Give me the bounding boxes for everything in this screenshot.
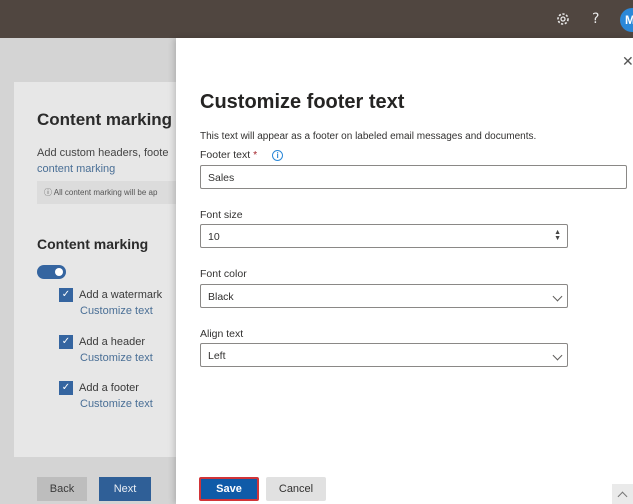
info-icon[interactable]: i xyxy=(272,150,284,161)
watermark-label: Add a watermark xyxy=(79,289,163,301)
background-description: Add custom headers, foote xyxy=(37,147,169,159)
watermark-checkbox[interactable]: ✓ xyxy=(59,288,73,302)
watermark-customize-link[interactable]: Customize text xyxy=(80,305,153,317)
save-button[interactable]: Save xyxy=(199,477,259,501)
required-mark: * xyxy=(253,149,258,161)
font-color-dropdown[interactable]: Black xyxy=(200,284,568,308)
chevron-down-icon xyxy=(552,350,563,361)
content-marking-toggle[interactable] xyxy=(37,265,66,279)
font-size-stepper[interactable]: 10 ▲ ▼ xyxy=(200,224,568,248)
align-text-label: Align text xyxy=(200,328,244,340)
spin-arrows-icon[interactable]: ▲ ▼ xyxy=(554,229,561,242)
customize-footer-panel: ✕ Customize footer text This text will a… xyxy=(176,38,633,504)
footer-label: Add a footer xyxy=(79,382,139,394)
background-info-bar: ⓘ All content marking will be ap xyxy=(37,181,176,204)
gear-icon[interactable] xyxy=(555,11,571,27)
background-info-text: All content marking will be ap xyxy=(53,188,158,197)
cancel-button[interactable]: Cancel xyxy=(266,477,326,501)
panel-description: This text will appear as a footer on lab… xyxy=(200,131,537,142)
background-section-title: Content marking xyxy=(37,236,149,252)
header-label: Add a header xyxy=(79,336,146,348)
footer-text-value: Sales xyxy=(208,172,235,184)
font-size-label: Font size xyxy=(200,209,243,221)
footer-customize-link[interactable]: Customize text xyxy=(80,398,153,410)
help-icon[interactable]: ? xyxy=(592,10,599,28)
font-color-label: Font color xyxy=(200,268,247,280)
align-text-value: Left xyxy=(208,350,226,362)
footer-text-input[interactable]: Sales xyxy=(200,165,627,189)
panel-title: Customize footer text xyxy=(200,91,405,113)
footer-text-label-row: Footer text * i xyxy=(200,149,284,161)
info-icon: ⓘ xyxy=(44,188,54,197)
footer-text-label: Footer text xyxy=(200,149,251,161)
header-customize-link[interactable]: Customize text xyxy=(80,352,153,364)
next-button[interactable]: Next xyxy=(99,477,151,501)
top-bar xyxy=(0,0,633,38)
header-checkbox[interactable]: ✓ xyxy=(59,335,73,349)
font-color-value: Black xyxy=(208,291,234,303)
background-content-marking-link[interactable]: content marking xyxy=(37,163,115,175)
background-page-title: Content marking xyxy=(37,110,173,129)
scroll-up-button[interactable] xyxy=(612,484,633,504)
close-icon[interactable]: ✕ xyxy=(622,54,633,70)
align-text-dropdown[interactable]: Left xyxy=(200,343,568,367)
footer-checkbox[interactable]: ✓ xyxy=(59,381,73,395)
font-size-value: 10 xyxy=(208,231,220,243)
back-button[interactable]: Back xyxy=(37,477,87,501)
chevron-down-icon xyxy=(552,291,563,302)
